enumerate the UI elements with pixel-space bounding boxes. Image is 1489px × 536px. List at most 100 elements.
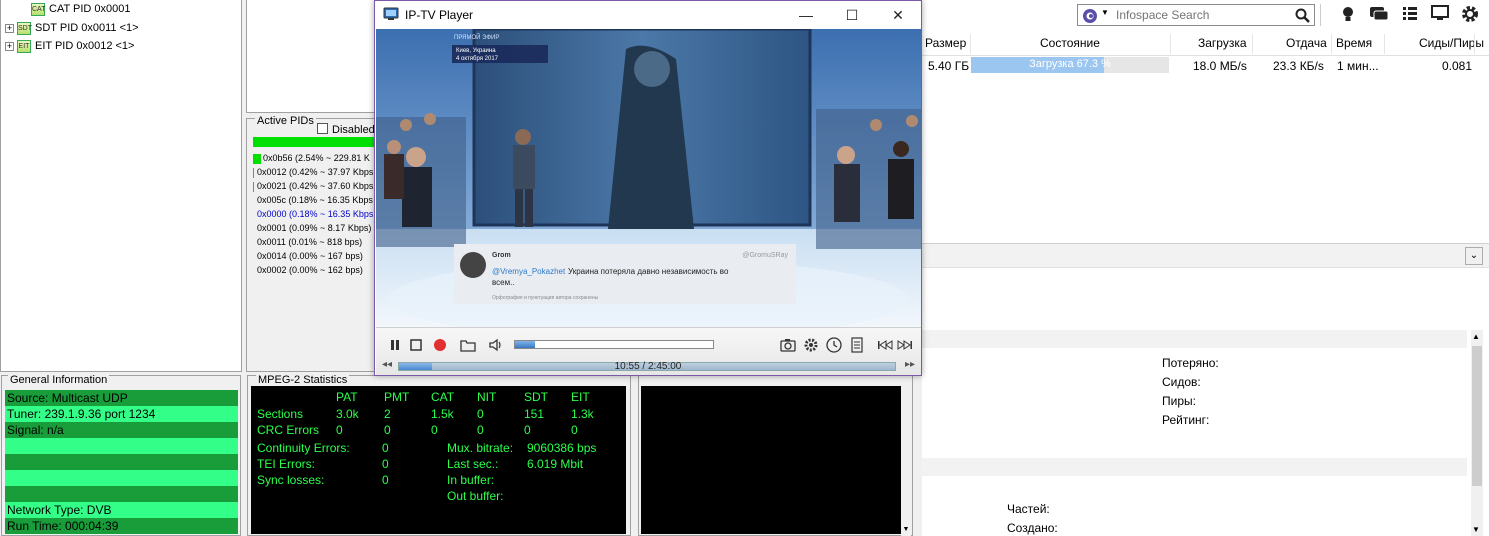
search-icon[interactable]: [1295, 8, 1310, 23]
general-info-row: [5, 454, 238, 470]
crc-nit: 0: [477, 423, 484, 437]
tree-item-label: SDT PID 0x0011 <1>: [35, 22, 139, 34]
scroll-up-icon[interactable]: ▲: [1472, 332, 1480, 341]
pid-activity-marker: [253, 181, 254, 192]
chevron-down-icon[interactable]: ▼: [1101, 8, 1109, 17]
minimize-button[interactable]: —: [783, 1, 829, 29]
player-controls: ◂◂ 10:55 / 2:45:00 ▸▸: [376, 327, 921, 375]
sections-pmt: 2: [384, 407, 391, 421]
col-sdt: SDT: [524, 390, 548, 404]
label-pieces: Частей:: [1007, 502, 1050, 516]
general-info-row: [5, 438, 238, 454]
col-upload[interactable]: Отдача: [1286, 36, 1327, 50]
pid-row[interactable]: 0x0001 (0.09% ~ 8.17 Kbps): [253, 221, 371, 235]
seek-forward-icon[interactable]: ▸▸: [905, 359, 915, 370]
list-icon[interactable]: [1400, 5, 1420, 25]
video-frame[interactable]: Киев, Украина 4 октября 2017 ПРЯМОЙ ЭФИР: [376, 29, 921, 327]
scroll-down-icon[interactable]: ▼: [1472, 525, 1480, 534]
crc-label: CRC Errors: [257, 423, 319, 437]
pid-row[interactable]: 0x0012 (0.42% ~ 37.97 Kbps: [253, 165, 373, 179]
scroll-down-icon[interactable]: ▼: [902, 526, 910, 534]
monitor-icon[interactable]: [1430, 5, 1450, 25]
stop-icon[interactable]: [407, 336, 425, 354]
video-picture: Киев, Украина 4 октября 2017 ПРЯМОЙ ЭФИР: [376, 29, 921, 327]
mpeg2-statistics-group: MPEG-2 Statistics PAT PMT CAT NIT SDT EI…: [247, 374, 631, 536]
tei-value: 0: [382, 457, 389, 471]
seek-bar[interactable]: ◂◂ 10:55 / 2:45:00 ▸▸: [382, 359, 915, 372]
mux-label: Mux. bitrate:: [447, 441, 514, 455]
expand-icon[interactable]: +: [5, 41, 14, 51]
pid-activity-marker: [253, 153, 261, 164]
record-icon[interactable]: [431, 336, 449, 354]
next-channel-icon[interactable]: [896, 336, 914, 354]
col-size[interactable]: Размер: [925, 36, 966, 50]
seek-back-icon[interactable]: ◂◂: [382, 359, 392, 370]
playlist-icon[interactable]: [848, 336, 866, 354]
disabled-checkbox-wrap[interactable]: Disabled: [315, 123, 377, 136]
details-divider: ⌄: [922, 243, 1489, 268]
tree-item-label: EIT PID 0x0012 <1>: [35, 40, 135, 52]
pid-row-label: 0x0000 (0.18% ~ 16.35 Kbps: [257, 209, 374, 219]
tree-item-sdt[interactable]: + SDT SDT PID 0x0011 <1>: [5, 19, 139, 37]
sections-nit: 0: [477, 407, 484, 421]
collapse-button[interactable]: ⌄: [1465, 247, 1483, 265]
volume-slider[interactable]: [514, 340, 714, 349]
chat-icon[interactable]: [1369, 5, 1389, 25]
col-pat: PAT: [336, 390, 358, 404]
bulb-icon[interactable]: [1338, 5, 1358, 25]
col-download[interactable]: Загрузка: [1198, 36, 1247, 50]
label-lost: Потеряно:: [1162, 356, 1219, 370]
pid-row[interactable]: 0x0002 (0.00% ~ 162 bps): [253, 263, 363, 277]
camera-icon[interactable]: [779, 336, 797, 354]
details-scrollbar[interactable]: ▲ ▼: [1471, 330, 1483, 536]
maximize-button[interactable]: ☐: [829, 1, 875, 29]
speaker-icon[interactable]: [487, 336, 505, 354]
folder-icon[interactable]: [459, 336, 477, 354]
iptv-player-window[interactable]: IP-TV Player — ☐ ✕ Киев, Украина 4 октяб…: [374, 0, 922, 376]
col-nit: NIT: [477, 390, 497, 404]
tweet-footer: Орфография и пунктуация автора сохранены: [492, 295, 599, 301]
timer-icon[interactable]: [825, 336, 843, 354]
pid-row[interactable]: 0x0021 (0.42% ~ 37.60 Kbps: [253, 179, 373, 193]
sections-pat: 3.0k: [336, 407, 359, 421]
expand-icon[interactable]: +: [5, 23, 14, 33]
pause-icon[interactable]: [386, 336, 404, 354]
sync-label: Sync losses:: [257, 473, 325, 487]
pid-row-label: 0x0002 (0.00% ~ 162 bps): [257, 265, 363, 275]
close-button[interactable]: ✕: [875, 1, 921, 29]
search-input[interactable]: [1116, 7, 1296, 23]
player-titlebar[interactable]: IP-TV Player — ☐ ✕: [375, 1, 921, 29]
gear-icon[interactable]: [1460, 5, 1480, 25]
tree-item-cat[interactable]: CAT CAT PID 0x0001: [19, 0, 131, 18]
label-created: Создано:: [1007, 521, 1058, 535]
label-seeds: Сидов:: [1162, 375, 1201, 389]
col-status[interactable]: Состояние: [1040, 36, 1100, 50]
log-scrollbar[interactable]: ▼: [901, 376, 911, 536]
search-engine-icon: [1083, 9, 1097, 23]
settings-icon[interactable]: [802, 336, 820, 354]
tree-item-eit[interactable]: + EIT EIT PID 0x0012 <1>: [5, 37, 134, 55]
crc-eit: 0: [571, 423, 578, 437]
disabled-checkbox[interactable]: [317, 123, 328, 134]
pid-row-label: 0x0021 (0.42% ~ 37.60 Kbps: [257, 181, 374, 191]
pid-row[interactable]: 0x0b56 (2.54% ~ 229.81 K: [253, 151, 370, 165]
row-ratio: 0.081: [1442, 59, 1473, 73]
col-pmt: PMT: [384, 390, 410, 404]
search-box[interactable]: ▼: [1077, 4, 1315, 26]
log-panel: ▼: [638, 375, 913, 536]
details-section-header: [922, 330, 1467, 348]
row-status: Загрузка 67.3 %: [1029, 58, 1111, 70]
pid-row[interactable]: 0x0014 (0.00% ~ 167 bps): [253, 249, 363, 263]
col-time[interactable]: Время: [1336, 36, 1372, 50]
stream-tree[interactable]: CAT CAT PID 0x0001 + SDT SDT PID 0x0011 <1>…: [0, 0, 242, 372]
pid-row[interactable]: 0x0000 (0.18% ~ 16.35 Kbps: [253, 207, 373, 221]
pid-row-label: 0x0b56 (2.54% ~ 229.81 K: [263, 153, 370, 163]
seek-track[interactable]: 10:55 / 2:45:00: [398, 361, 896, 372]
pid-row[interactable]: 0x005c (0.18% ~ 16.35 Kbps: [253, 193, 373, 207]
prev-channel-icon[interactable]: [876, 336, 894, 354]
pid-row[interactable]: 0x0011 (0.01% ~ 818 bps): [253, 235, 362, 249]
details-panel: [246, 0, 376, 113]
label-peers: Пиры:: [1162, 394, 1196, 408]
scrollbar-thumb[interactable]: [1472, 346, 1482, 486]
row-size: 5.40 ГБ: [928, 59, 970, 73]
